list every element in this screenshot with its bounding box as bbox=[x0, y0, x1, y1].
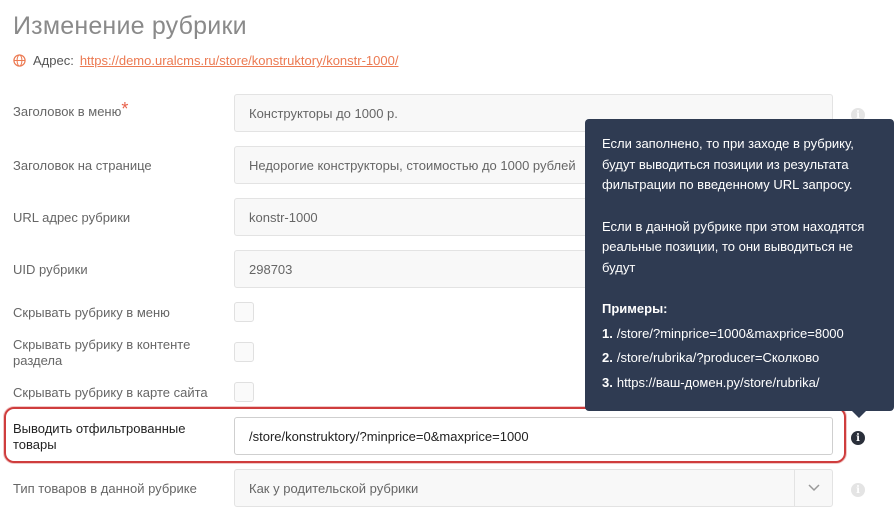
globe-icon bbox=[13, 54, 26, 67]
hide-content-label: Скрывать рубрику в контенте раздела bbox=[13, 337, 191, 368]
uid-label: UID рубрики bbox=[13, 262, 88, 277]
tooltip-example: 1./store/?minprice=1000&maxprice=8000 bbox=[602, 325, 844, 341]
help-tooltip: Если заполнено, то при заходе в рубрику,… bbox=[585, 119, 894, 411]
tooltip-paragraph: Если в данной рубрике при этом находятся… bbox=[602, 218, 865, 275]
hide-sitemap-label: Скрывать рубрику в карте сайта bbox=[13, 385, 208, 400]
goods-type-value: Как у родительской рубрики bbox=[249, 480, 419, 496]
filtered-url-input[interactable]: /store/konstruktory/?minprice=0&maxprice… bbox=[234, 417, 833, 455]
address-link[interactable]: https://demo.uralcms.ru/store/konstrukto… bbox=[80, 53, 399, 68]
address-row: Адрес: https://demo.uralcms.ru/store/kon… bbox=[13, 53, 398, 68]
goods-type-label: Тип товаров в данной рубрике bbox=[13, 481, 197, 496]
info-icon[interactable]: i bbox=[851, 431, 865, 445]
menu-title-label: Заголовок в меню* bbox=[13, 99, 129, 119]
tooltip-arrow bbox=[851, 410, 867, 418]
page-title: Изменение рубрики bbox=[13, 12, 247, 40]
required-mark: * bbox=[121, 99, 129, 119]
hide-menu-checkbox[interactable] bbox=[234, 302, 254, 322]
goods-type-select[interactable]: Как у родительской рубрики bbox=[234, 469, 833, 507]
address-label: Адрес: bbox=[33, 53, 74, 68]
chevron-down-icon[interactable] bbox=[794, 470, 832, 506]
tooltip-paragraph: Если заполнено, то при заходе в рубрику,… bbox=[602, 136, 854, 192]
tooltip-examples-title: Примеры: bbox=[602, 301, 668, 316]
hide-sitemap-checkbox[interactable] bbox=[234, 382, 254, 402]
tooltip-example: 2./store/rubrika/?producer=Сколково bbox=[602, 350, 820, 365]
url-label: URL адрес рубрики bbox=[13, 210, 131, 225]
tooltip-example: 3. https://ваш-домен.ру/store/rubrika/ bbox=[602, 374, 820, 390]
hide-menu-label: Скрывать рубрику в меню bbox=[13, 305, 170, 320]
hide-content-checkbox[interactable] bbox=[234, 342, 254, 362]
info-icon[interactable]: i bbox=[851, 483, 865, 497]
filtered-label: Выводить отфильтрованные товары bbox=[13, 421, 186, 452]
page-title-label: Заголовок на странице bbox=[13, 158, 152, 173]
